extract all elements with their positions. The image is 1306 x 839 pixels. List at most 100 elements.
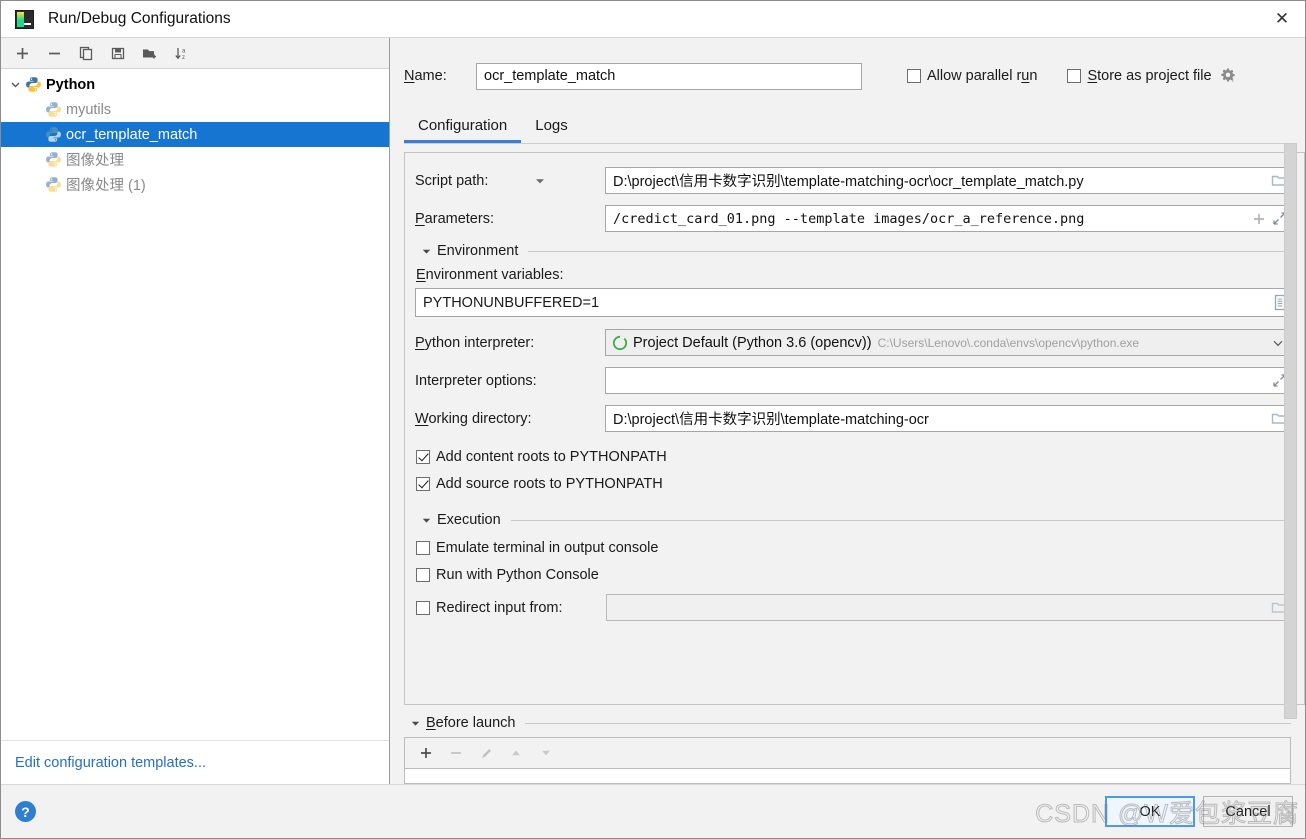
parameters-row: Parameters: /credict_card_01.png --templ… — [415, 205, 1294, 232]
add-configuration-button[interactable] — [7, 40, 37, 67]
chevron-down-icon[interactable] — [5, 79, 25, 90]
python-icon — [45, 176, 62, 193]
tree-item-ocr-template-match[interactable]: ocr_template_match — [1, 122, 389, 147]
tree-item-myutils[interactable]: myutils — [1, 97, 389, 122]
environment-variables-field[interactable]: PYTHONUNBUFFERED=1 — [415, 288, 1294, 317]
copy-configuration-button[interactable] — [71, 40, 101, 67]
dialog-footer: ? OK Cancel CSDN @W爱包浆豆腐 — [1, 784, 1305, 838]
parameters-value: /credict_card_01.png --template images/o… — [613, 210, 1085, 227]
tree-item-label: 图像处理 (1) — [66, 178, 146, 194]
before-launch-box — [404, 737, 1291, 784]
before-launch-title: Before launch — [426, 715, 516, 731]
tab-configuration[interactable]: Configuration — [404, 117, 522, 143]
python-icon — [45, 126, 62, 143]
insert-macro-plus-icon[interactable] — [1249, 212, 1269, 226]
parameters-label: Parameters: — [415, 210, 494, 227]
parameters-field[interactable]: /credict_card_01.png --template images/o… — [605, 205, 1294, 232]
add-content-roots-checkbox[interactable]: Add content roots to PYTHONPATH — [416, 449, 1294, 465]
checkbox-box — [416, 568, 430, 582]
python-icon — [45, 151, 62, 168]
checkbox-box — [416, 541, 430, 555]
tree-item-image-processing[interactable]: 图像处理 — [1, 147, 389, 172]
header-options: Allow parallel run Store as project file — [907, 67, 1237, 85]
before-launch-section: Before launch — [404, 711, 1291, 784]
before-launch-move-down-button — [533, 741, 559, 765]
script-path-mode-dropdown[interactable] — [527, 175, 553, 187]
redirect-input-field[interactable] — [606, 594, 1294, 621]
redirect-input-checkbox[interactable]: Redirect input from: — [416, 600, 606, 616]
environment-section-title: Environment — [437, 243, 519, 259]
pycharm-icon — [15, 9, 34, 29]
save-configuration-button[interactable] — [103, 40, 133, 67]
triangle-down-icon[interactable] — [415, 246, 437, 257]
title-bar: Run/Debug Configurations ✕ — [1, 1, 1305, 38]
scrollbar-thumb[interactable] — [1284, 143, 1297, 719]
editor-scrollbar[interactable] — [1284, 132, 1297, 732]
sort-alphabetically-icon[interactable]: a z — [167, 40, 197, 67]
svg-text:z: z — [182, 55, 185, 61]
working-directory-value: D:\project\信用卡数字识别\template-matching-ocr — [613, 412, 929, 428]
tree-group-label: Python — [46, 76, 96, 93]
dialog-title: Run/Debug Configurations — [48, 10, 231, 27]
checkbox-box — [907, 69, 921, 83]
before-launch-edit-pencil-icon — [473, 741, 499, 765]
run-with-python-console-checkbox[interactable]: Run with Python Console — [416, 567, 1294, 583]
tree-item-label: 图像处理 — [66, 153, 124, 169]
tab-logs[interactable]: Logs — [521, 117, 582, 143]
run-with-python-console-label: Run with Python Console — [436, 567, 599, 583]
environment-variables-label: Environment variables: — [416, 267, 564, 283]
remove-configuration-button[interactable] — [39, 40, 69, 67]
close-icon[interactable]: ✕ — [1259, 1, 1305, 37]
new-folder-icon[interactable] — [135, 40, 165, 67]
checkbox-box — [416, 450, 430, 464]
triangle-down-icon[interactable] — [404, 718, 426, 729]
before-launch-remove-button — [443, 741, 469, 765]
allow-parallel-run-label: Allow parallel run — [927, 68, 1038, 84]
gear-dropdown-icon[interactable] — [1219, 67, 1237, 85]
help-icon[interactable]: ? — [15, 801, 36, 822]
store-as-project-file-checkbox[interactable]: Store as project file — [1067, 68, 1212, 84]
add-content-roots-label: Add content roots to PYTHONPATH — [436, 449, 667, 465]
name-label: Name: — [404, 68, 447, 84]
run-debug-configurations-dialog: Run/Debug Configurations ✕ a z Python my… — [0, 0, 1306, 839]
tree-toolbar: a z — [1, 38, 389, 69]
before-launch-task-list[interactable] — [405, 769, 1290, 783]
emulate-terminal-label: Emulate terminal in output console — [436, 540, 659, 556]
working-directory-row: Working directory: D:\project\信用卡数字识别\te… — [415, 405, 1294, 432]
add-source-roots-label: Add source roots to PYTHONPATH — [436, 476, 663, 492]
python-interpreter-path: C:\Users\Lenovo\.conda\envs\opencv\pytho… — [877, 335, 1140, 350]
tree-group-python[interactable]: Python — [1, 72, 389, 97]
script-path-row: Script path: D:\project\信用卡数字识别\template… — [415, 167, 1294, 194]
add-source-roots-checkbox[interactable]: Add source roots to PYTHONPATH — [416, 476, 1294, 492]
triangle-down-icon[interactable] — [415, 515, 437, 526]
edit-configuration-templates-link[interactable]: Edit configuration templates... — [15, 755, 206, 771]
name-input[interactable] — [476, 62, 862, 90]
before-launch-section-header[interactable]: Before launch — [404, 715, 1291, 731]
working-directory-field[interactable]: D:\project\信用卡数字识别\template-matching-ocr — [605, 405, 1294, 432]
redirect-input-label: Redirect input from: — [436, 599, 563, 616]
python-interpreter-combo[interactable]: Project Default (Python 3.6 (opencv)) C:… — [605, 329, 1294, 356]
interpreter-options-field[interactable] — [605, 367, 1294, 394]
checkbox-box — [416, 600, 430, 615]
script-path-value: D:\project\信用卡数字识别\template-matching-ocr… — [613, 174, 1084, 190]
ok-button[interactable]: OK — [1105, 796, 1195, 827]
environment-variables-value: PYTHONUNBUFFERED=1 — [423, 294, 600, 311]
before-launch-toolbar — [405, 738, 1290, 769]
svg-text:a: a — [182, 48, 186, 54]
store-as-project-file-label: Store as project file — [1087, 68, 1212, 84]
python-interpreter-row: Python interpreter: Project Default (Pyt… — [415, 329, 1294, 356]
allow-parallel-run-checkbox[interactable]: Allow parallel run — [907, 68, 1037, 84]
script-path-label: Script path: — [415, 172, 489, 189]
execution-section-header[interactable]: Execution — [415, 512, 1294, 528]
cancel-button[interactable]: Cancel — [1203, 796, 1293, 827]
environment-section-header[interactable]: Environment — [415, 243, 1294, 259]
execution-section-title: Execution — [437, 512, 501, 528]
script-path-field[interactable]: D:\project\信用卡数字识别\template-matching-ocr… — [605, 167, 1294, 194]
editor-tabs: Configuration Logs — [390, 106, 1305, 143]
python-icon — [45, 101, 62, 118]
configurations-tree: Python myutils ocr_template_match 图像处理 图… — [1, 69, 389, 740]
tree-item-image-processing-1[interactable]: 图像处理 (1) — [1, 172, 389, 197]
before-launch-add-button[interactable] — [413, 741, 439, 765]
redirect-input-row: Redirect input from: — [415, 594, 1294, 621]
emulate-terminal-checkbox[interactable]: Emulate terminal in output console — [416, 540, 1294, 556]
